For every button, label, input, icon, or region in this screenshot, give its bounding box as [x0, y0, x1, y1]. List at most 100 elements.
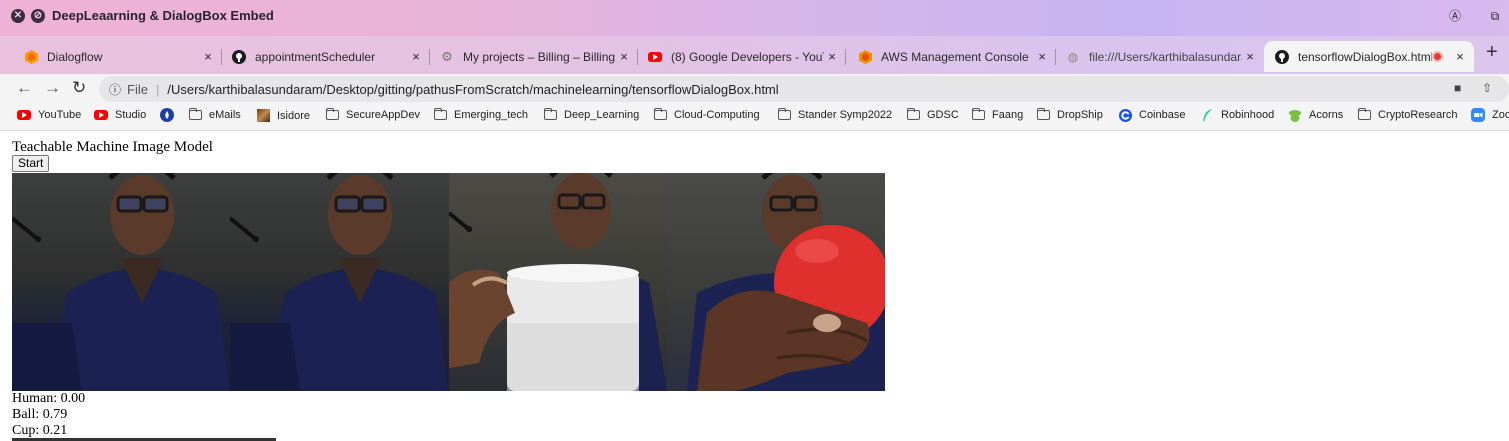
bookmark-label: Zoo: [1492, 109, 1509, 121]
bookmark-label: Acorns: [1309, 109, 1344, 121]
tab-dialogflow[interactable]: Dialogflow ×: [4, 41, 222, 72]
prediction-human: Human: 0.00: [12, 391, 86, 406]
webcam-frame-human-1: [12, 173, 231, 391]
folder-icon: [325, 108, 339, 121]
folder-icon: [1036, 108, 1050, 121]
folder-icon: [543, 108, 557, 121]
bookmark-label: CryptoResearch: [1378, 109, 1458, 121]
bookmark-faang[interactable]: Faang: [971, 108, 1024, 121]
tab-label: (8) Google Developers - YouTub: [671, 49, 824, 64]
share-icon[interactable]: ⇧: [1482, 81, 1492, 95]
aws-icon: [858, 49, 872, 64]
globe-icon: ◍: [1067, 49, 1079, 64]
dialogflow-icon: [24, 49, 38, 64]
youtube-icon: [17, 109, 31, 121]
bookmark-label: DropShip: [1057, 109, 1103, 121]
bookmark-emails[interactable]: eMails: [188, 108, 241, 121]
bookmark-label: Robinhood: [1221, 109, 1275, 121]
tab-close-icon[interactable]: ×: [1034, 49, 1050, 64]
webcam-frame-cup: [448, 173, 667, 391]
navigation-bar: ← → ↻ ⓘ File | /Users/karthibalasundaram…: [0, 74, 1509, 103]
bookmark-secureappdev[interactable]: SecureAppDev: [325, 108, 420, 121]
bookmark-gdsc[interactable]: GDSC: [906, 108, 959, 121]
tab-youtube[interactable]: (8) Google Developers - YouTub ×: [638, 41, 846, 72]
block-icon[interactable]: ⊘: [31, 9, 45, 23]
bookmark-dropship[interactable]: DropShip: [1036, 108, 1103, 121]
coinbase-icon: [1118, 108, 1132, 122]
bookmark-label: GDSC: [927, 109, 959, 121]
tab-file[interactable]: ◍ file:///Users/karthibalasundaram ×: [1056, 41, 1264, 72]
webcam-frames: [12, 173, 885, 391]
tab-close-icon[interactable]: ×: [616, 49, 632, 64]
close-window-icon[interactable]: ✕: [11, 9, 25, 23]
bookmark-label: Isidore: [277, 109, 311, 122]
bookmark-label: Studio: [115, 109, 147, 121]
page-title: Teachable Machine Image Model: [12, 139, 213, 155]
github-icon: [1275, 49, 1289, 64]
popout-icon[interactable]: ⧉: [1488, 9, 1502, 23]
bookmark-cryptoresearch[interactable]: CryptoResearch: [1357, 108, 1458, 121]
back-icon[interactable]: ←: [16, 78, 33, 98]
bookmark-flame[interactable]: [160, 108, 181, 122]
start-button[interactable]: Start: [12, 155, 50, 172]
folder-icon: [1357, 108, 1371, 121]
tab-appointment-scheduler[interactable]: appointmentScheduler ×: [222, 41, 430, 72]
webcam-frame-ball: [666, 173, 885, 391]
tab-label: tensorflowDialogBox.html: [1298, 49, 1432, 64]
url-scheme-label: File: [127, 81, 148, 97]
tab-close-icon[interactable]: ×: [408, 49, 424, 64]
url-divider: |: [155, 81, 160, 97]
folder-icon: [906, 108, 920, 121]
bookmark-cloud-computing[interactable]: Cloud-Computing: [653, 108, 760, 121]
site-info-icon[interactable]: ⓘ: [109, 81, 121, 98]
bookmark-robinhood[interactable]: Robinhood: [1200, 109, 1274, 121]
bookmark-label: Emerging_tech: [454, 109, 528, 121]
bookmark-deep-learning[interactable]: Deep_Learning: [543, 108, 640, 121]
bookmark-label: Faang: [992, 109, 1024, 121]
bookmark-stander-symp2022[interactable]: Stander Symp2022: [777, 108, 893, 121]
tab-close-icon[interactable]: ×: [200, 49, 216, 64]
bookmark-youtube[interactable]: YouTube: [17, 109, 81, 121]
bookmark-acorns[interactable]: Acorns: [1288, 109, 1344, 122]
bookmark-isidore[interactable]: Isidore: [257, 109, 310, 122]
url-text[interactable]: /Users/karthibalasundaram/Desktop/gittin…: [167, 82, 778, 97]
bookmark-zoom[interactable]: Zoo: [1471, 108, 1509, 122]
recording-icon: [1432, 51, 1443, 62]
profile-icon[interactable]: Ⓐ: [1448, 9, 1462, 23]
bookmark-label: YouTube: [38, 109, 82, 121]
bookmark-label: eMails: [209, 109, 241, 121]
bookmark-label: Stander Symp2022: [798, 109, 893, 121]
tab-close-icon[interactable]: ×: [1242, 49, 1258, 64]
bookmark-emerging-tech[interactable]: Emerging_tech: [433, 108, 528, 121]
tab-billing[interactable]: ⚙ My projects – Billing – Billing – ×: [430, 41, 638, 72]
prediction-cup: Cup: 0.21: [12, 423, 68, 438]
flame-icon: [160, 108, 174, 122]
reload-icon[interactable]: ↻: [72, 78, 86, 98]
bookmark-studio[interactable]: Studio: [94, 109, 146, 121]
camera-icon[interactable]: ■: [1454, 81, 1461, 95]
folder-icon: [971, 108, 985, 121]
tab-aws[interactable]: AWS Management Console ×: [846, 41, 1056, 72]
webcam-frame-human-2: [230, 173, 449, 391]
forward-icon[interactable]: →: [44, 78, 61, 98]
new-tab-icon[interactable]: +: [1486, 41, 1498, 64]
tab-close-icon[interactable]: ×: [1452, 49, 1468, 64]
folder-icon: [433, 108, 447, 121]
folder-icon: [188, 108, 202, 121]
bookmark-label: Deep_Learning: [564, 109, 640, 121]
bookmark-label: Coinbase: [1139, 109, 1186, 121]
bookmark-coinbase[interactable]: Coinbase: [1118, 108, 1186, 122]
bookmarks-bar: YouTube Studio eMails Isidore SecureAppD…: [0, 103, 1509, 131]
window-title: DeepLeaarning & DialogBox Embed: [52, 8, 274, 23]
youtube-icon: [648, 50, 662, 64]
tab-close-icon[interactable]: ×: [824, 49, 840, 64]
zoom-icon: [1471, 108, 1485, 122]
tab-label: file:///Users/karthibalasundaram: [1089, 49, 1242, 64]
tab-tensorflow-dialogbox[interactable]: tensorflowDialogBox.html ×: [1264, 41, 1474, 72]
window-titlebar: ✕ ⊘ DeepLeaarning & DialogBox Embed Ⓐ ⧉: [0, 0, 1509, 36]
address-bar[interactable]: ⓘ File | /Users/karthibalasundaram/Deskt…: [99, 76, 1509, 102]
tab-strip: Dialogflow × appointmentScheduler × ⚙ My…: [0, 36, 1509, 74]
bookmark-label: SecureAppDev: [346, 109, 420, 121]
folder-icon: [777, 108, 791, 121]
tab-label: Dialogflow: [47, 49, 103, 64]
